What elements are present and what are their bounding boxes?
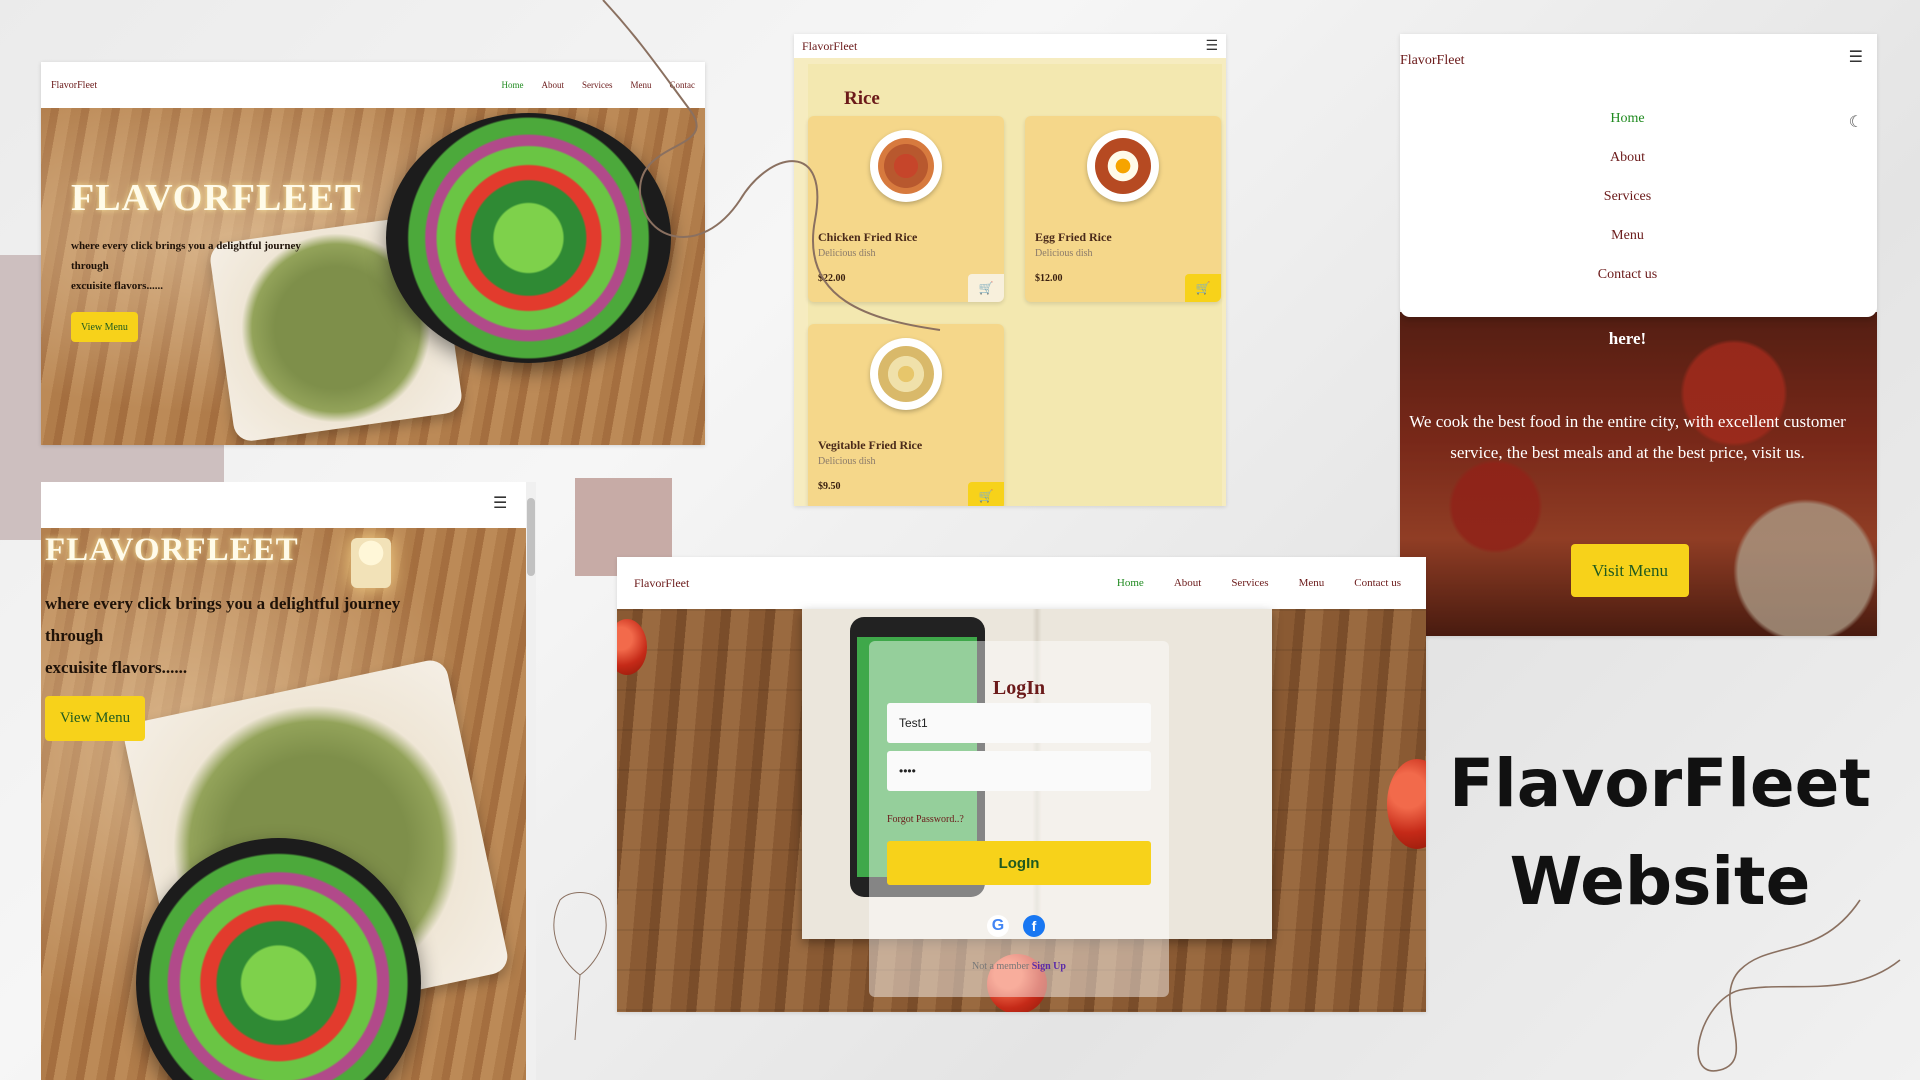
navbar: ☰ bbox=[41, 482, 526, 528]
sign-up-link[interactable]: Sign Up bbox=[1032, 961, 1066, 972]
hero-tagline-line: through bbox=[71, 260, 109, 272]
hamburger-icon[interactable]: ☰ bbox=[1205, 39, 1218, 53]
menu-card[interactable]: Chicken Fried Rice Delicious dish $22.00… bbox=[808, 116, 1004, 302]
mobile-nav-links: Home About Services Menu Contact us bbox=[1400, 111, 1855, 306]
dish-name: Vegitable Fried Rice bbox=[818, 438, 923, 452]
dish-name: Egg Fried Rice bbox=[1035, 230, 1112, 244]
visit-menu-button[interactable]: Visit Menu bbox=[1571, 544, 1689, 597]
mobile-hero-screenshot: ☰ FLAVORFLEET where every click brings y… bbox=[41, 482, 526, 1080]
dish-desc: Delicious dish bbox=[818, 248, 876, 259]
brand-logo[interactable]: FlavorFleet bbox=[51, 80, 97, 91]
navbar: FlavorFleet ☰ bbox=[794, 34, 1226, 58]
salad-bowl-image bbox=[386, 113, 671, 363]
hero-heading-fragment: here! bbox=[1608, 329, 1647, 348]
menu-card[interactable]: Vegitable Fried Rice Delicious dish $9.5… bbox=[808, 324, 1004, 506]
nav-home[interactable]: Home bbox=[1117, 577, 1144, 589]
view-menu-button[interactable]: View Menu bbox=[71, 312, 138, 342]
dish-name: Chicken Fried Rice bbox=[818, 230, 918, 244]
candle-image bbox=[351, 538, 391, 588]
section-title: Rice bbox=[844, 88, 880, 109]
nav-services[interactable]: Services bbox=[1400, 189, 1855, 228]
page-title-line: FlavorFleet bbox=[1449, 745, 1871, 822]
nav-services[interactable]: Services bbox=[582, 80, 613, 90]
dish-image bbox=[870, 130, 942, 202]
hamburger-icon[interactable]: ☰ bbox=[493, 495, 507, 511]
nav-services[interactable]: Services bbox=[1231, 577, 1268, 589]
nav-menu[interactable]: Menu bbox=[631, 80, 652, 90]
dish-desc: Delicious dish bbox=[1035, 248, 1093, 259]
nav-menu[interactable]: Menu bbox=[1400, 228, 1855, 267]
nav-contact[interactable]: Contac bbox=[670, 80, 696, 90]
tomato-image bbox=[617, 619, 647, 675]
login-title: LogIn bbox=[992, 677, 1046, 699]
nav-about[interactable]: About bbox=[1174, 577, 1202, 589]
cart-icon[interactable]: 🛒 bbox=[968, 482, 1004, 506]
hero-title: FLAVORFLEET bbox=[45, 532, 299, 568]
cart-icon[interactable]: 🛒 bbox=[1185, 274, 1221, 302]
nav-contact[interactable]: Contact us bbox=[1400, 267, 1855, 306]
dish-image bbox=[1087, 130, 1159, 202]
username-field[interactable] bbox=[887, 703, 1151, 743]
nav-home[interactable]: Home bbox=[1400, 111, 1855, 150]
nav-menu[interactable]: Menu bbox=[1299, 577, 1325, 589]
page-title-line: Website bbox=[1509, 843, 1811, 920]
hero-section: FLAVORFLEET where every click brings you… bbox=[41, 108, 705, 445]
tomato-image bbox=[1387, 759, 1426, 849]
hamburger-icon[interactable]: ☰ bbox=[1849, 49, 1863, 65]
navbar: FlavorFleet Home About Services Menu Con… bbox=[617, 557, 1426, 609]
page-title: FlavorFleet Website bbox=[1440, 735, 1880, 931]
view-menu-button[interactable]: View Menu bbox=[45, 696, 145, 741]
mobile-nav-panel: FlavorFleet ☰ ☾ Home About Services Menu… bbox=[1400, 34, 1877, 317]
hero-tagline: where every click brings you a delightfu… bbox=[71, 236, 351, 296]
hero-title: FLAVORFLEET bbox=[71, 177, 362, 219]
hero-tagline-line: excuisite flavors...... bbox=[45, 658, 188, 677]
brand-logo[interactable]: FlavorFleet bbox=[1400, 53, 1465, 69]
google-icon[interactable]: G bbox=[987, 915, 1009, 937]
nav-contact[interactable]: Contact us bbox=[1354, 577, 1401, 589]
nav-links: Home About Services Menu Contac bbox=[502, 80, 696, 90]
dish-price: $12.00 bbox=[1035, 273, 1063, 284]
signup-prompt: Not a member Sign Up bbox=[869, 961, 1169, 972]
nav-about[interactable]: About bbox=[542, 80, 565, 90]
hero-section: FLAVORFLEET where every click brings you… bbox=[41, 528, 526, 1080]
forgot-password-link[interactable]: Forgot Password..? bbox=[887, 814, 964, 825]
cart-icon[interactable]: 🛒 bbox=[968, 274, 1004, 302]
login-screenshot: FlavorFleet Home About Services Menu Con… bbox=[617, 557, 1426, 1012]
nav-links: Home About Services Menu Contact us bbox=[1117, 577, 1409, 589]
hero-tagline-line: where every click brings you a delightfu… bbox=[45, 594, 401, 613]
facebook-icon[interactable]: f bbox=[1023, 915, 1045, 937]
dish-price: $22.00 bbox=[818, 273, 846, 284]
rice-menu-screenshot: FlavorFleet ☰ Rice Chicken Fried Rice De… bbox=[794, 34, 1226, 506]
brand-logo[interactable]: FlavorFleet bbox=[634, 576, 689, 591]
login-background: LogIn Forgot Password..? LogIn G f Not a… bbox=[617, 609, 1426, 1012]
hero-tagline: We cook the best food in the entire city… bbox=[1409, 412, 1846, 462]
dish-price: $9.50 bbox=[818, 481, 841, 492]
not-member-text: Not a member bbox=[972, 961, 1030, 972]
mobile-nav-screenshot: FlavorFleet ☰ ☾ Home About Services Menu… bbox=[1400, 34, 1877, 636]
login-button[interactable]: LogIn bbox=[887, 841, 1151, 885]
navbar: FlavorFleet Home About Services Menu Con… bbox=[41, 62, 705, 108]
dish-desc: Delicious dish bbox=[818, 456, 876, 467]
nav-home[interactable]: Home bbox=[502, 80, 524, 90]
brand-logo[interactable]: FlavorFleet bbox=[802, 39, 857, 54]
nav-about[interactable]: About bbox=[1400, 150, 1855, 189]
dish-image bbox=[870, 338, 942, 410]
login-card: LogIn Forgot Password..? LogIn G f Not a… bbox=[869, 641, 1169, 997]
scrollbar-thumb[interactable] bbox=[527, 498, 535, 576]
hero-tagline-line: where every click brings you a delightfu… bbox=[71, 240, 301, 252]
desktop-hero-screenshot: FlavorFleet Home About Services Menu Con… bbox=[41, 62, 705, 445]
hero-tagline-line: through bbox=[45, 626, 104, 645]
menu-card[interactable]: Egg Fried Rice Delicious dish $12.00 🛒 bbox=[1025, 116, 1221, 302]
hero-tagline: where every click brings you a delightfu… bbox=[45, 588, 475, 684]
password-field[interactable] bbox=[887, 751, 1151, 791]
hero-tagline-line: excuisite flavors...... bbox=[71, 280, 163, 292]
